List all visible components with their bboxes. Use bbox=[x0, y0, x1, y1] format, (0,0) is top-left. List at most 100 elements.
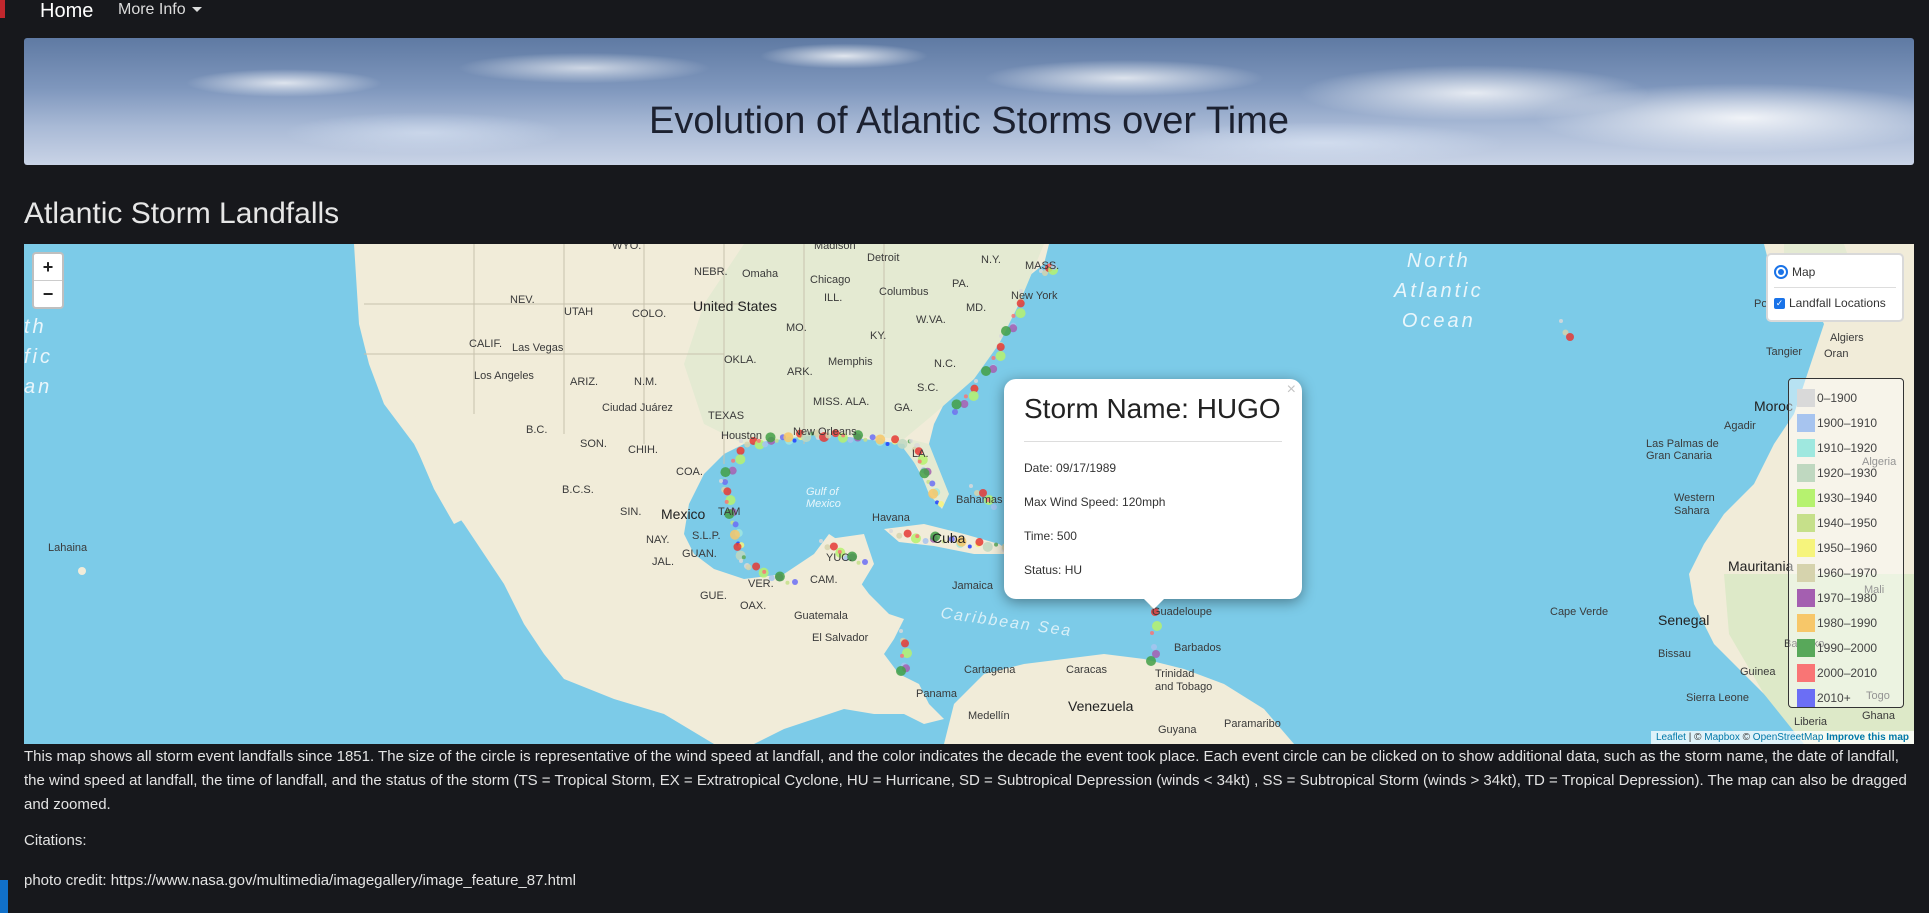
label-cartagena: Cartagena bbox=[964, 664, 1016, 676]
landfall-point[interactable] bbox=[723, 487, 732, 496]
landfall-point[interactable] bbox=[938, 501, 944, 507]
landfall-point[interactable] bbox=[1559, 319, 1563, 323]
label-coa: COA. bbox=[676, 466, 703, 478]
landfall-point[interactable] bbox=[999, 334, 1003, 338]
layer-base-map-option[interactable]: Map bbox=[1774, 259, 1896, 285]
landfall-point[interactable] bbox=[981, 366, 991, 376]
landfall-point[interactable] bbox=[969, 484, 973, 488]
landfall-point[interactable] bbox=[899, 629, 903, 633]
landfall-point[interactable] bbox=[1015, 308, 1026, 319]
landfall-point[interactable] bbox=[736, 446, 745, 455]
landfall-point[interactable] bbox=[919, 468, 930, 479]
landfall-point[interactable] bbox=[952, 409, 958, 415]
landfall-point[interactable] bbox=[744, 441, 751, 448]
layer-landfall-option[interactable]: ✓ Landfall Locations bbox=[1774, 290, 1896, 316]
label-yuc: YUC. bbox=[826, 552, 853, 564]
legend-item: 1990–2000 bbox=[1797, 635, 1895, 660]
landfall-point[interactable] bbox=[1152, 621, 1162, 631]
landfall-point[interactable] bbox=[967, 544, 972, 549]
label-north-atlantic-ocean: North Atlantic Ocean bbox=[1394, 250, 1484, 332]
checkbox-checked-icon[interactable]: ✓ bbox=[1774, 297, 1785, 309]
label-guinea: Guinea bbox=[1740, 666, 1776, 678]
landfall-point[interactable] bbox=[722, 479, 728, 485]
landfall-point[interactable] bbox=[991, 356, 996, 360]
landfall-point[interactable] bbox=[724, 499, 729, 504]
landfall-point[interactable] bbox=[1566, 333, 1574, 341]
nav-more-info-dropdown[interactable]: More Info bbox=[118, 1, 202, 19]
label-tangier: Tangier bbox=[1766, 346, 1803, 358]
popup-wind-speed: Max Wind Speed: 120mph bbox=[1024, 495, 1166, 509]
landfall-point[interactable] bbox=[762, 441, 769, 448]
storm-map[interactable]: WYO. NEBR. Omaha Chicago Madison Detroit… bbox=[24, 244, 1914, 744]
label-wyo: WYO. bbox=[612, 244, 642, 252]
landfall-point[interactable] bbox=[885, 442, 890, 447]
landfall-point[interactable] bbox=[1011, 313, 1016, 318]
landfall-point[interactable] bbox=[765, 432, 776, 443]
leaflet-link[interactable]: Leaflet bbox=[1656, 732, 1686, 743]
landfall-point[interactable] bbox=[982, 541, 993, 552]
landfall-point[interactable] bbox=[922, 537, 929, 544]
landfall-point[interactable] bbox=[968, 391, 979, 401]
landfall-point[interactable] bbox=[774, 571, 785, 582]
landfall-point[interactable] bbox=[731, 458, 736, 463]
radio-selected-icon[interactable] bbox=[1774, 265, 1788, 279]
mapbox-link[interactable]: Mapbox bbox=[1704, 732, 1740, 743]
zoom-out-button[interactable]: − bbox=[34, 280, 62, 307]
landfall-point[interactable] bbox=[733, 542, 742, 551]
landfall-point[interactable] bbox=[762, 569, 767, 574]
osm-link[interactable]: OpenStreetMap bbox=[1753, 732, 1824, 743]
landfall-point[interactable] bbox=[896, 532, 903, 539]
nav-home-link[interactable]: Home bbox=[40, 0, 93, 23]
landfall-point[interactable] bbox=[783, 432, 794, 443]
landfall-point[interactable] bbox=[889, 529, 893, 533]
landfall-point[interactable] bbox=[928, 488, 939, 499]
landfall-point[interactable] bbox=[1146, 656, 1156, 666]
landfall-point[interactable] bbox=[896, 666, 906, 676]
popup-status: Status: HU bbox=[1024, 563, 1083, 577]
landfall-point[interactable] bbox=[974, 379, 978, 383]
landfall-point[interactable] bbox=[1001, 326, 1011, 336]
landfall-point[interactable] bbox=[792, 579, 798, 585]
label-ky: KY. bbox=[870, 330, 887, 342]
photo-credit: photo credit: https://www.nasa.gov/multi… bbox=[24, 872, 576, 889]
landfall-point[interactable] bbox=[909, 439, 913, 443]
landfall-point[interactable] bbox=[824, 544, 831, 551]
landfall-point[interactable] bbox=[741, 555, 746, 560]
landfall-point[interactable] bbox=[752, 562, 761, 571]
landfall-point[interactable] bbox=[729, 529, 740, 540]
landfall-point[interactable] bbox=[735, 454, 746, 465]
landfall-point[interactable] bbox=[996, 343, 1005, 351]
label-madison: Madison bbox=[814, 244, 856, 252]
landfall-point[interactable] bbox=[875, 434, 886, 445]
improve-map-link[interactable]: Improve this map bbox=[1826, 732, 1909, 743]
landfall-point[interactable] bbox=[785, 580, 790, 585]
landfall-point[interactable] bbox=[869, 434, 876, 441]
landfall-point[interactable] bbox=[995, 351, 1006, 361]
zoom-in-button[interactable]: + bbox=[34, 254, 62, 280]
landfall-point[interactable] bbox=[856, 560, 861, 565]
landfall-point[interactable] bbox=[917, 459, 922, 464]
landfall-point[interactable] bbox=[1150, 631, 1154, 635]
landfall-point[interactable] bbox=[739, 559, 743, 563]
popup-close-button[interactable]: × bbox=[1287, 381, 1296, 399]
landfall-point[interactable] bbox=[819, 539, 823, 543]
landfall-point[interactable] bbox=[901, 639, 909, 648]
landfall-point[interactable] bbox=[897, 438, 908, 449]
landfall-point[interactable] bbox=[951, 399, 962, 410]
landfall-point[interactable] bbox=[903, 529, 912, 538]
landfall-point[interactable] bbox=[975, 538, 984, 547]
landfall-point[interactable] bbox=[720, 467, 731, 478]
landfall-point[interactable] bbox=[994, 542, 999, 547]
landfall-point[interactable] bbox=[862, 559, 868, 565]
landfall-point[interactable] bbox=[792, 438, 797, 443]
landfall-point[interactable] bbox=[915, 534, 920, 539]
landfall-point[interactable] bbox=[745, 564, 752, 571]
landfall-point[interactable] bbox=[963, 394, 968, 399]
landfall-point[interactable] bbox=[719, 479, 723, 483]
landfall-point[interactable] bbox=[774, 438, 779, 443]
landfall-point[interactable] bbox=[929, 480, 936, 487]
landfall-point[interactable] bbox=[863, 437, 868, 442]
landfall-point[interactable] bbox=[732, 521, 739, 528]
landfall-point[interactable] bbox=[900, 653, 904, 658]
landfall-point[interactable] bbox=[1151, 644, 1157, 650]
